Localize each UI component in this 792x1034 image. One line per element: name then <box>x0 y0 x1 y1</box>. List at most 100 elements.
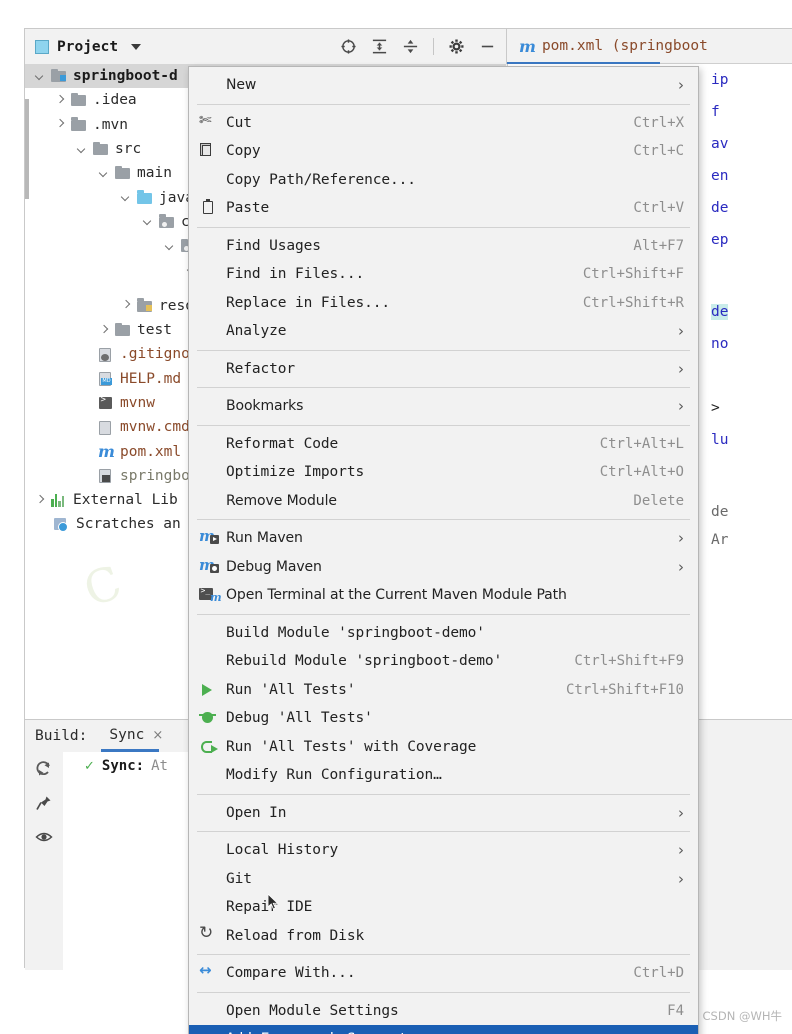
menu-item-cut[interactable]: Cut Ctrl+X <box>189 109 698 138</box>
code-fragment: ep <box>711 232 729 248</box>
shell-file-icon <box>97 395 115 411</box>
menu-item-compare-with[interactable]: Compare With... Ctrl+D <box>189 959 698 988</box>
chevron-down-icon[interactable] <box>119 190 134 205</box>
menu-item-copy-path-reference[interactable]: Copy Path/Reference... <box>189 166 698 195</box>
iml-file-icon <box>97 468 115 484</box>
eye-toggle-icon[interactable] <box>35 828 53 846</box>
build-tree[interactable]: ✓ Sync: At <box>63 752 208 970</box>
menu-item-reload-from-disk[interactable]: Reload from Disk <box>189 922 698 951</box>
menu-item-shortcut: Ctrl+X <box>633 114 684 131</box>
chevron-down-icon[interactable] <box>131 43 142 50</box>
menu-item-label: Open In <box>226 804 287 821</box>
menu-item-bookmarks[interactable]: Bookmarks › <box>189 392 698 421</box>
menu-item-run-all-tests[interactable]: Run 'All Tests' Ctrl+Shift+F10 <box>189 676 698 705</box>
menu-item-modify-run-configuration[interactable]: Modify Run Configuration… <box>189 761 698 790</box>
project-icon <box>35 39 49 54</box>
menu-item-replace-in-files[interactable]: Replace in Files... Ctrl+Shift+R <box>189 289 698 318</box>
hide-minimize-icon[interactable] <box>479 38 496 55</box>
code-fragment-highlighted: de <box>711 304 729 320</box>
no-icon <box>196 898 221 916</box>
menu-item-local-history[interactable]: Local History › <box>189 836 698 865</box>
code-fragment: av <box>711 136 729 152</box>
menu-item-shortcut: Ctrl+Shift+F10 <box>565 681 684 698</box>
context-menu[interactable]: New › Cut Ctrl+X Copy Ctrl+C Copy Path/R… <box>188 66 699 1034</box>
menu-item-git[interactable]: Git › <box>189 865 698 894</box>
build-tab-sync[interactable]: Sync × <box>109 727 163 745</box>
chevron-down-icon[interactable] <box>33 69 48 84</box>
editor-tab-pom-xml[interactable]: m pom.xml (springboot <box>507 29 718 63</box>
menu-item-label: Find in Files... <box>226 266 365 283</box>
rerun-icon[interactable] <box>35 760 53 778</box>
menu-item-debug-all-tests[interactable]: Debug 'All Tests' <box>189 704 698 733</box>
menu-item-refactor[interactable]: Refactor › <box>189 355 698 384</box>
menu-item-find-in-files[interactable]: Find in Files... Ctrl+Shift+F <box>189 260 698 289</box>
code-fragment: > <box>711 400 720 416</box>
menu-item-run-all-tests-with-coverage[interactable]: Run 'All Tests' with Coverage <box>189 733 698 762</box>
build-tree-row-sync[interactable]: ✓ Sync: At <box>63 752 207 774</box>
folder-icon <box>114 322 132 338</box>
expand-all-icon[interactable] <box>371 38 388 55</box>
project-panel-title-group[interactable]: Project <box>25 39 142 55</box>
menu-item-label: Debug 'All Tests' <box>226 710 373 727</box>
submenu-arrow-icon: › <box>678 557 684 576</box>
no-icon <box>196 76 221 94</box>
menu-item-repair-ide[interactable]: Repair IDE <box>189 893 698 922</box>
menu-item-label: Reformat Code <box>226 435 339 452</box>
menu-item-find-usages[interactable]: Find Usages Alt+F7 <box>189 232 698 261</box>
chevron-down-icon[interactable] <box>75 142 90 157</box>
chevron-right-icon[interactable] <box>97 323 112 338</box>
chevron-down-icon[interactable] <box>141 214 156 229</box>
menu-item-shortcut: Alt+F7 <box>633 237 684 254</box>
submenu-arrow-icon: › <box>678 841 684 860</box>
tree-row-label: main <box>137 165 172 182</box>
menu-item-copy[interactable]: Copy Ctrl+C <box>189 137 698 166</box>
collapse-all-icon[interactable] <box>402 38 419 55</box>
settings-gear-icon[interactable] <box>448 38 465 55</box>
menu-item-add-framework-support[interactable]: Add Framework Support... <box>189 1025 698 1034</box>
package-icon <box>158 214 176 230</box>
compare-icon <box>196 964 221 982</box>
menu-item-run-maven[interactable]: m Run Maven › <box>189 524 698 553</box>
chevron-right-icon[interactable] <box>53 117 68 132</box>
menu-item-paste[interactable]: Paste Ctrl+V <box>189 194 698 223</box>
chevron-down-icon[interactable] <box>97 166 112 181</box>
toolbar-divider <box>433 38 434 55</box>
maven-run-icon: m <box>196 527 221 547</box>
menu-item-shortcut: Ctrl+D <box>633 965 684 982</box>
menu-item-debug-maven[interactable]: m Debug Maven › <box>189 553 698 582</box>
chevron-down-icon[interactable] <box>163 239 178 254</box>
library-icon <box>50 492 68 508</box>
chevron-right-icon[interactable] <box>119 298 134 313</box>
menu-item-label: Git <box>226 870 252 887</box>
pin-icon[interactable] <box>35 794 53 812</box>
build-gutter-toolbar <box>25 752 63 970</box>
menu-item-optimize-imports[interactable]: Optimize Imports Ctrl+Alt+O <box>189 458 698 487</box>
menu-item-open-module-settings[interactable]: Open Module Settings F4 <box>189 997 698 1026</box>
menu-item-open-in[interactable]: Open In › <box>189 799 698 828</box>
submenu-arrow-icon: › <box>678 869 684 888</box>
menu-item-label: Copy Path/Reference... <box>226 171 416 188</box>
locate-icon[interactable] <box>340 38 357 55</box>
menu-item-label: Copy <box>226 143 261 160</box>
close-icon[interactable]: × <box>152 728 163 743</box>
menu-item-build-module[interactable]: Build Module 'springboot-demo' <box>189 619 698 648</box>
submenu-arrow-icon: › <box>678 322 684 341</box>
chevron-right-icon[interactable] <box>53 93 68 108</box>
chevron-right-icon[interactable] <box>33 493 48 508</box>
csdn-watermark: CSDN @WH牛 <box>702 1009 782 1023</box>
menu-item-rebuild-module[interactable]: Rebuild Module 'springboot-demo' Ctrl+Sh… <box>189 647 698 676</box>
scratches-icon <box>53 516 71 533</box>
submenu-arrow-icon: › <box>678 397 684 416</box>
menu-item-analyze[interactable]: Analyze › <box>189 317 698 346</box>
submenu-arrow-icon: › <box>678 529 684 548</box>
code-fragment: en <box>711 168 729 184</box>
menu-item-open-terminal-maven-path[interactable]: m Open Terminal at the Current Maven Mod… <box>189 581 698 610</box>
run-play-icon <box>196 681 221 699</box>
no-icon <box>196 322 221 340</box>
menu-separator <box>197 954 690 955</box>
menu-item-new[interactable]: New › <box>189 71 698 100</box>
menu-item-reformat-code[interactable]: Reformat Code Ctrl+Alt+L <box>189 430 698 459</box>
menu-item-remove-module[interactable]: Remove Module Delete <box>189 487 698 516</box>
no-icon <box>196 652 221 670</box>
no-icon <box>196 397 221 415</box>
